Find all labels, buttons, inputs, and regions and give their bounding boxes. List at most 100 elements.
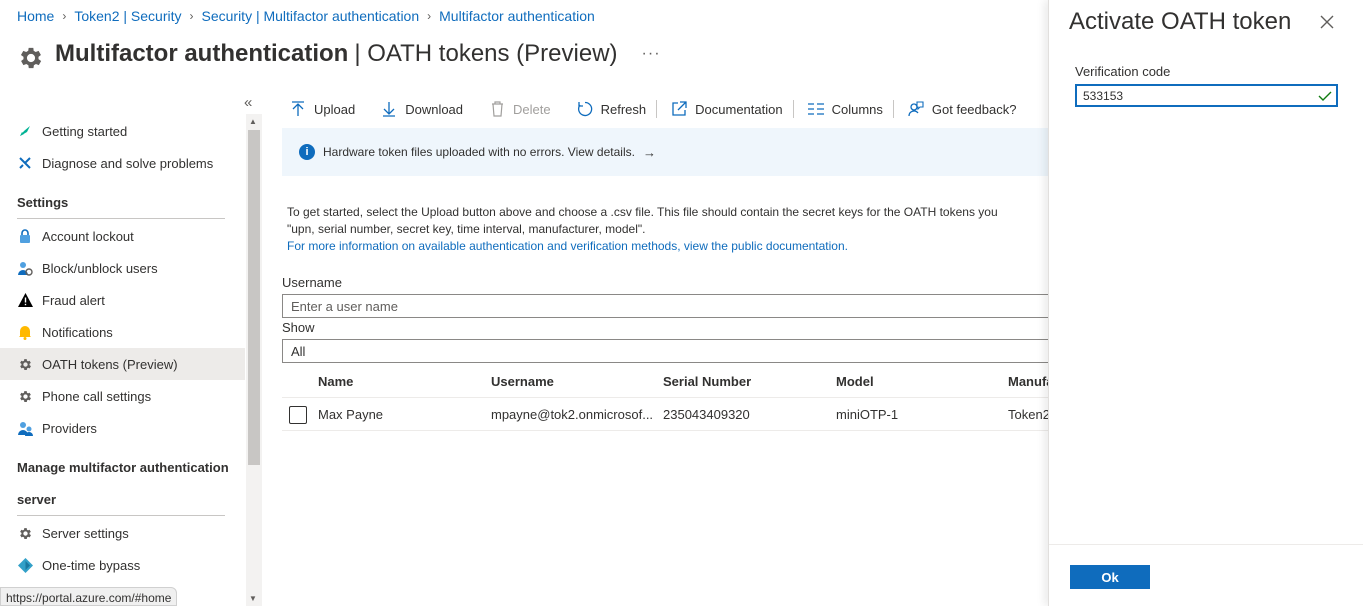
documentation-label: Documentation: [695, 101, 783, 117]
manage-section-header-line2: server: [17, 492, 57, 507]
sidebar-item-label: Providers: [42, 420, 97, 436]
table-header: Name Username Serial Number Model Manufa: [282, 368, 1054, 398]
verification-code-value: 533153: [1083, 88, 1124, 103]
divider: [1049, 544, 1363, 545]
sidebar-item-one-time-bypass[interactable]: One-time bypass: [0, 549, 245, 581]
close-icon[interactable]: [1319, 14, 1335, 30]
delete-button[interactable]: Delete: [481, 101, 551, 117]
toolbar-divider: [892, 100, 894, 118]
info-icon: i: [299, 144, 315, 160]
gear-icon: [20, 47, 42, 69]
feedback-icon: [908, 101, 924, 117]
column-header-name[interactable]: Name: [318, 374, 353, 389]
table-row[interactable]: Max Payne mpayne@tok2.onmicrosof... 2350…: [282, 399, 1050, 431]
sidebar-item-label: One-time bypass: [42, 557, 141, 573]
breadcrumb-security-mfa[interactable]: Security | Multifactor authentication: [202, 8, 420, 24]
sidebar-item-label: Block/unblock users: [42, 260, 158, 276]
chevron-right-icon: ›: [62, 9, 67, 23]
sidebar-item-oath-tokens[interactable]: OATH tokens (Preview): [0, 348, 245, 380]
feedback-label: Got feedback?: [931, 101, 1017, 117]
cell-name: Max Payne: [318, 407, 384, 422]
lock-icon: [17, 228, 33, 244]
sidebar-item-label: Account lockout: [42, 228, 134, 244]
scroll-down-icon[interactable]: ▼: [249, 594, 257, 603]
status-bar-url: https://portal.azure.com/#home: [0, 587, 178, 606]
description: To get started, select the Upload button…: [287, 204, 1048, 255]
page-title: Multifactor authentication: [55, 40, 349, 67]
info-banner[interactable]: i Hardware token files uploaded with no …: [282, 128, 1048, 176]
panel-title: Activate OATH token: [1069, 8, 1292, 35]
breadcrumb-home[interactable]: Home: [17, 8, 54, 24]
ok-button[interactable]: Ok: [1070, 565, 1150, 589]
delete-label: Delete: [513, 101, 551, 117]
wrench-icon: [17, 155, 33, 171]
cell-username: mpayne@tok2.onmicrosof...: [491, 407, 654, 422]
verification-code-input[interactable]: 533153: [1075, 84, 1338, 107]
refresh-label: Refresh: [600, 101, 647, 117]
cell-serial-number: 235043409320: [663, 407, 750, 422]
upload-icon: [290, 101, 306, 117]
sidebar-item-label: Diagnose and solve problems: [42, 155, 214, 171]
refresh-icon: [577, 101, 593, 117]
breadcrumb: Home › Token2 | Security › Security | Mu…: [17, 8, 595, 24]
show-label: Show: [282, 320, 315, 335]
sidebar-item-server-settings[interactable]: Server settings: [0, 517, 245, 549]
cell-manufacturer: Token2: [1008, 407, 1050, 422]
sidebar-item-label: Notifications: [42, 324, 113, 340]
bell-icon: [17, 324, 33, 340]
column-header-username[interactable]: Username: [491, 374, 554, 389]
sidebar-scrollbar[interactable]: ▲ ▼: [246, 114, 262, 606]
scroll-up-icon[interactable]: ▲: [249, 117, 257, 126]
row-checkbox[interactable]: [289, 406, 307, 424]
refresh-button[interactable]: Refresh: [569, 101, 647, 117]
activate-oath-token-panel: Activate OATH token Verification code 53…: [1048, 0, 1363, 606]
page-subtitle: | OATH tokens (Preview): [354, 40, 618, 67]
manage-section-header: Manage multifactor authentication: [17, 460, 229, 475]
warning-icon: [17, 292, 33, 308]
description-line1: To get started, select the Upload button…: [287, 205, 998, 219]
breadcrumb-token2-security[interactable]: Token2 | Security: [74, 8, 181, 24]
sidebar-item-label: Getting started: [42, 123, 128, 139]
user-block-icon: [17, 260, 33, 276]
banner-message: Hardware token files uploaded with no er…: [323, 145, 635, 159]
sidebar-item-diagnose[interactable]: Diagnose and solve problems: [0, 147, 245, 179]
chevron-right-icon: ›: [189, 9, 194, 23]
sidebar-item-providers[interactable]: Providers: [0, 412, 245, 444]
feedback-button[interactable]: Got feedback?: [900, 101, 1017, 117]
download-label: Download: [405, 101, 464, 117]
sidebar-item-getting-started[interactable]: Getting started: [0, 115, 245, 147]
sidebar-item-phone-call[interactable]: Phone call settings: [0, 380, 245, 412]
columns-label: Columns: [831, 101, 883, 117]
sidebar-item-notifications[interactable]: Notifications: [0, 316, 245, 348]
breadcrumb-mfa[interactable]: Multifactor authentication: [439, 8, 595, 24]
checkmark-icon: [1318, 91, 1332, 101]
arrow-right-icon[interactable]: →: [643, 145, 656, 160]
divider: [17, 515, 225, 516]
sidebar-item-block-unblock[interactable]: Block/unblock users: [0, 252, 245, 284]
collapse-sidebar-button[interactable]: «: [244, 94, 252, 111]
gear-icon: [17, 525, 33, 541]
download-button[interactable]: Download: [373, 101, 463, 117]
column-header-model[interactable]: Model: [836, 374, 874, 389]
sidebar: « Getting started Diagnose and solve pro…: [0, 90, 262, 606]
trash-icon: [489, 101, 505, 117]
columns-button[interactable]: Columns: [800, 101, 883, 117]
sidebar-item-label: Server settings: [42, 525, 129, 541]
column-header-serial-number[interactable]: Serial Number: [663, 374, 751, 389]
documentation-link[interactable]: For more information on available authen…: [287, 239, 848, 253]
users-icon: [17, 420, 33, 436]
sidebar-item-label: Fraud alert: [42, 292, 105, 308]
sidebar-item-account-lockout[interactable]: Account lockout: [0, 220, 245, 252]
scroll-thumb[interactable]: [248, 130, 260, 465]
username-label: Username: [282, 275, 342, 290]
column-header-manufacturer[interactable]: Manufa: [1008, 374, 1054, 389]
documentation-button[interactable]: Documentation: [663, 101, 783, 117]
sidebar-item-fraud-alert[interactable]: Fraud alert: [0, 284, 245, 316]
show-dropdown[interactable]: All: [282, 339, 1048, 363]
more-options-button[interactable]: ···: [642, 45, 661, 63]
upload-button[interactable]: Upload: [282, 101, 355, 117]
chevron-right-icon: ›: [427, 9, 432, 23]
username-input[interactable]: Enter a user name: [282, 294, 1048, 318]
cell-model: miniOTP-1: [836, 407, 899, 422]
settings-section-header: Settings: [17, 195, 69, 210]
